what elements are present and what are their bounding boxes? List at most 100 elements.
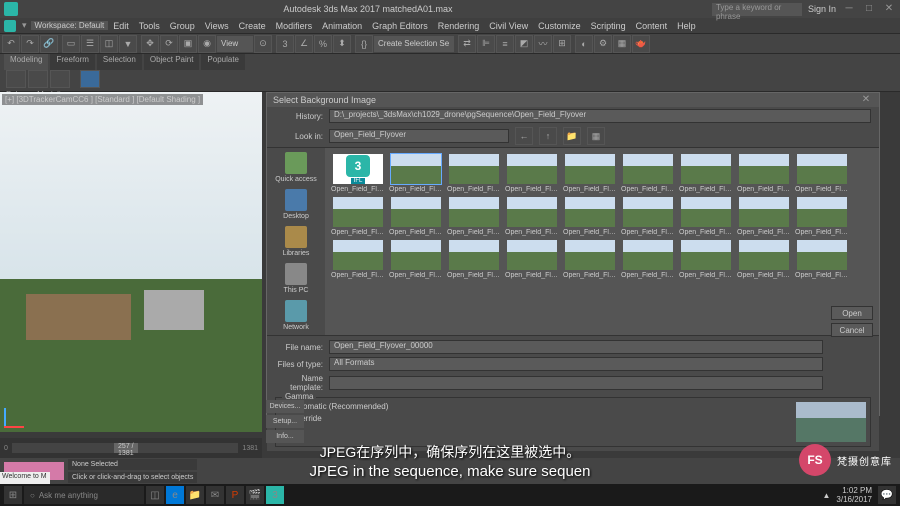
filetype-dropdown[interactable]: All Formats bbox=[329, 357, 823, 371]
file-thumb[interactable] bbox=[565, 240, 615, 270]
filename-input[interactable]: Open_Field_Flyover_00000 bbox=[329, 340, 823, 354]
ribbon-tab-populate[interactable]: Populate bbox=[201, 54, 245, 70]
sidebar-desktop[interactable]: Desktop bbox=[283, 189, 309, 220]
file-thumb[interactable] bbox=[507, 154, 557, 184]
file-thumb[interactable] bbox=[449, 240, 499, 270]
file-thumb[interactable] bbox=[333, 240, 383, 270]
history-dropdown[interactable]: D:\_projects\_3dsMax\ch1029_drone\pgSequ… bbox=[329, 109, 871, 123]
menu-animation[interactable]: Animation bbox=[317, 18, 367, 34]
sidebar-thispc[interactable]: This PC bbox=[284, 263, 309, 294]
refcoord-dropdown[interactable]: View bbox=[217, 36, 253, 52]
file-thumb[interactable] bbox=[797, 240, 847, 270]
timeline-slider[interactable]: 257 / 1381 bbox=[12, 443, 239, 453]
timeline[interactable]: 0 257 / 1381 1381 bbox=[0, 438, 262, 458]
newfolder-button[interactable]: 📁 bbox=[563, 127, 581, 145]
select-region-button[interactable]: ◫ bbox=[100, 35, 118, 53]
ribbon-tab-objectpaint[interactable]: Object Paint bbox=[144, 54, 200, 70]
file-thumb[interactable] bbox=[681, 154, 731, 184]
file-selected[interactable] bbox=[391, 154, 441, 184]
align-button[interactable]: ⊫ bbox=[477, 35, 495, 53]
file-thumb[interactable] bbox=[623, 154, 673, 184]
taskbar-app-3[interactable]: ✉ bbox=[206, 486, 224, 504]
material-editor-button[interactable]: ◐ bbox=[575, 35, 593, 53]
rotate-button[interactable]: ⟳ bbox=[160, 35, 178, 53]
file-thumb[interactable] bbox=[681, 197, 731, 227]
spinner-snap-button[interactable]: ⬍ bbox=[333, 35, 351, 53]
named-sets-button[interactable]: {} bbox=[355, 35, 373, 53]
file-thumb[interactable] bbox=[623, 197, 673, 227]
scale-button[interactable]: ▣ bbox=[179, 35, 197, 53]
taskbar-app-5[interactable]: 🎬 bbox=[246, 486, 264, 504]
menu-scripting[interactable]: Scripting bbox=[586, 18, 631, 34]
viewport[interactable]: [+] [3DTrackerCamCC6 ] [Standard ] [Defa… bbox=[0, 92, 262, 432]
menu-modifiers[interactable]: Modifiers bbox=[271, 18, 318, 34]
render-setup-button[interactable]: ⚙ bbox=[594, 35, 612, 53]
menu-tools[interactable]: Tools bbox=[134, 18, 165, 34]
render-button[interactable]: 🫖 bbox=[632, 35, 650, 53]
timeline-thumb[interactable]: 257 / 1381 bbox=[114, 443, 138, 453]
minimize-button[interactable]: ─ bbox=[842, 2, 856, 16]
file-thumb[interactable] bbox=[565, 154, 615, 184]
viewport-label[interactable]: [+] [3DTrackerCamCC6 ] [Standard ] [Defa… bbox=[2, 94, 203, 105]
select-button[interactable]: ▭ bbox=[62, 35, 80, 53]
clock-date[interactable]: 3/16/2017 bbox=[836, 495, 872, 504]
devices-button[interactable]: Devices... bbox=[266, 400, 304, 413]
selection-set-dropdown[interactable]: Create Selection Se bbox=[374, 36, 454, 52]
schematic-button[interactable]: ⊞ bbox=[553, 35, 571, 53]
file-thumb[interactable] bbox=[797, 197, 847, 227]
menu-civilview[interactable]: Civil View bbox=[484, 18, 533, 34]
maximize-button[interactable]: □ bbox=[862, 2, 876, 16]
file-thumb[interactable] bbox=[507, 197, 557, 227]
file-thumb[interactable] bbox=[565, 197, 615, 227]
app-menu-icon[interactable] bbox=[4, 20, 16, 32]
file-thumb[interactable] bbox=[507, 240, 557, 270]
file-thumb[interactable] bbox=[739, 154, 789, 184]
nametpl-input[interactable] bbox=[329, 376, 823, 390]
start-button[interactable]: ⊞ bbox=[4, 486, 22, 504]
menu-create[interactable]: Create bbox=[234, 18, 271, 34]
sidebar-libraries[interactable]: Libraries bbox=[283, 226, 310, 257]
file-thumb[interactable] bbox=[681, 240, 731, 270]
viewmode-button[interactable]: ▦ bbox=[587, 127, 605, 145]
ribbon-tab-selection[interactable]: Selection bbox=[97, 54, 142, 70]
file-list[interactable]: 3IFLOpen_Field_Flyov...Open_Field_Flyove… bbox=[325, 148, 879, 335]
file-thumb[interactable] bbox=[333, 197, 383, 227]
pivot-button[interactable]: ⊙ bbox=[254, 35, 272, 53]
ribbon-btn-2[interactable] bbox=[28, 70, 48, 88]
ribbon-btn-1[interactable] bbox=[6, 70, 26, 88]
angle-snap-button[interactable]: ∠ bbox=[295, 35, 313, 53]
notifications-button[interactable]: 💬 bbox=[878, 486, 896, 504]
curve-editor-button[interactable]: 〰 bbox=[534, 35, 552, 53]
file-thumb[interactable] bbox=[739, 240, 789, 270]
info-button[interactable]: Info... bbox=[266, 430, 304, 443]
placement-button[interactable]: ◉ bbox=[198, 35, 216, 53]
dialog-close-button[interactable]: ✕ bbox=[859, 93, 873, 107]
cancel-button[interactable]: Cancel bbox=[831, 323, 873, 337]
menu-views[interactable]: Views bbox=[200, 18, 234, 34]
cortana-search[interactable]: ○ Ask me anything bbox=[24, 486, 144, 504]
ribbon-tab-modeling[interactable]: Modeling bbox=[4, 54, 48, 70]
file-thumb[interactable] bbox=[797, 154, 847, 184]
layers-button[interactable]: ≡ bbox=[496, 35, 514, 53]
workspace-selector[interactable]: Workspace: Default bbox=[31, 21, 109, 30]
close-button[interactable]: ✕ bbox=[882, 2, 896, 16]
back-button[interactable]: ← bbox=[515, 127, 533, 145]
ribbon-btn-4[interactable] bbox=[80, 70, 100, 88]
menu-help[interactable]: Help bbox=[672, 18, 701, 34]
file-thumb[interactable] bbox=[449, 154, 499, 184]
taskview-button[interactable]: ◫ bbox=[146, 486, 164, 504]
up-button[interactable]: ↑ bbox=[539, 127, 557, 145]
menu-edit[interactable]: Edit bbox=[108, 18, 134, 34]
filter-button[interactable]: ▼ bbox=[119, 35, 137, 53]
toggle-button[interactable]: ◩ bbox=[515, 35, 533, 53]
link-button[interactable]: 🔗 bbox=[40, 35, 58, 53]
snap-button[interactable]: 3 bbox=[276, 35, 294, 53]
sidebar-quickaccess[interactable]: Quick access bbox=[275, 152, 317, 183]
menu-grapheditors[interactable]: Graph Editors bbox=[367, 18, 433, 34]
menu-content[interactable]: Content bbox=[631, 18, 673, 34]
file-thumb[interactable] bbox=[449, 197, 499, 227]
menu-group[interactable]: Group bbox=[165, 18, 200, 34]
taskbar-app-2[interactable]: 📁 bbox=[186, 486, 204, 504]
ribbon-tab-freeform[interactable]: Freeform bbox=[50, 54, 94, 70]
help-search-input[interactable]: Type a keyword or phrase bbox=[712, 3, 802, 16]
